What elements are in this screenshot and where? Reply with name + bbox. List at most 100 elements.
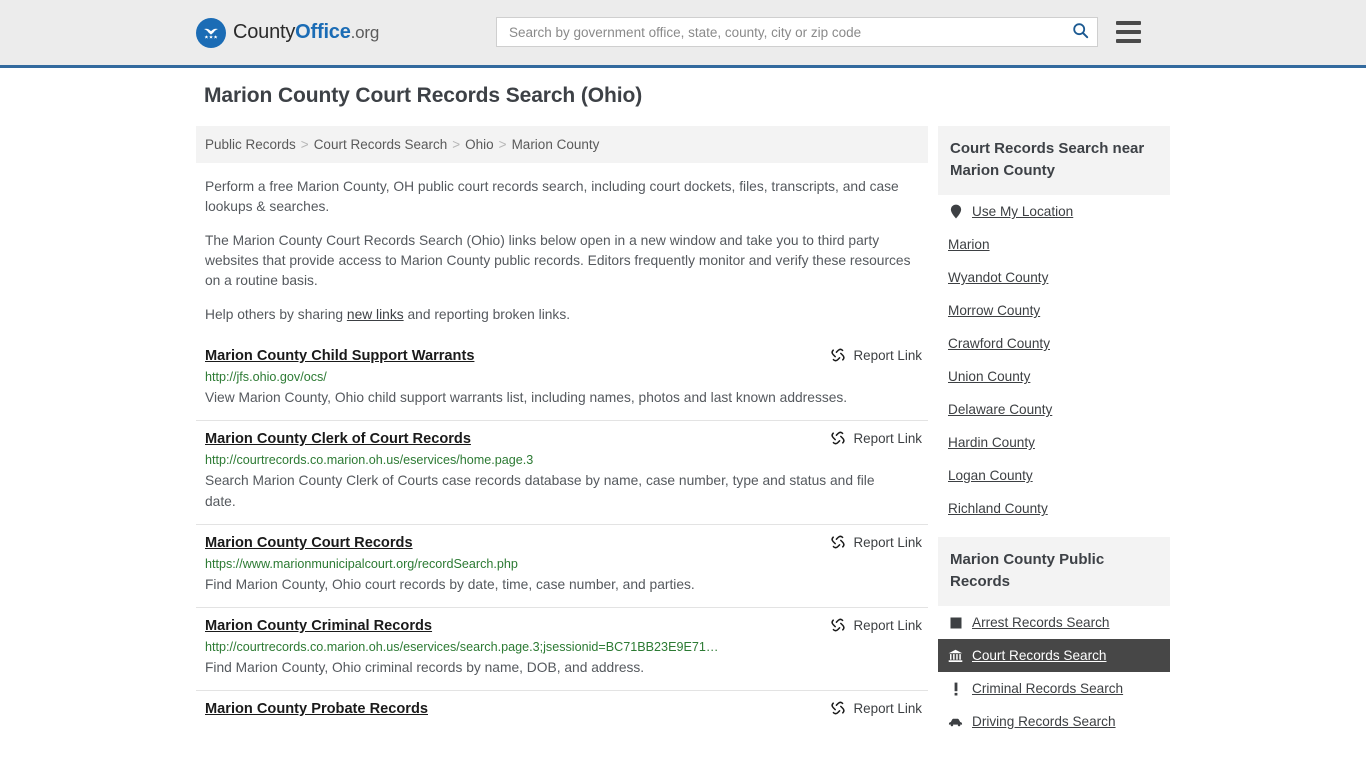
sidebar-item-marion[interactable]: Marion bbox=[938, 228, 1170, 261]
result-description: Search Marion County Clerk of Courts cas… bbox=[205, 473, 875, 509]
main-column: Public Records > Court Records Search > Ohio… bbox=[196, 126, 928, 730]
result-title[interactable]: Marion County Clerk of Court Records bbox=[205, 431, 471, 447]
intro-paragraph-3: Help others by sharing new links and rep… bbox=[205, 305, 917, 325]
breadcrumb-item-marion-county[interactable]: Marion County bbox=[512, 137, 600, 152]
sidebar-item-wyandot-county[interactable]: Wyandot County bbox=[938, 261, 1170, 294]
exclamation-icon bbox=[948, 681, 963, 696]
page-body: Marion County Court Records Search (Ohio… bbox=[0, 68, 1366, 742]
sidebar-item-morrow-county[interactable]: Morrow County bbox=[938, 294, 1170, 327]
result-title[interactable]: Marion County Court Records bbox=[205, 535, 413, 551]
eagle-shield-icon bbox=[196, 17, 226, 48]
sidebar-item-driving-records-search[interactable]: Driving Records Search bbox=[938, 705, 1170, 738]
breadcrumb-item-ohio[interactable]: Ohio bbox=[465, 137, 494, 152]
report-link-button[interactable]: Report Link bbox=[830, 347, 922, 363]
nearby-card: Court Records Search near Marion County … bbox=[938, 126, 1170, 525]
result-title[interactable]: Marion County Child Support Warrants bbox=[205, 348, 474, 364]
public-records-card: Marion County Public Records Arrest Reco… bbox=[938, 537, 1170, 738]
report-link-label: Report Link bbox=[853, 617, 922, 633]
map-pin-icon bbox=[948, 204, 963, 219]
sidebar-item-label: Driving Records Search bbox=[972, 714, 1116, 729]
intro-p3-before: Help others by sharing bbox=[205, 307, 347, 322]
hamburger-bar bbox=[1116, 21, 1141, 25]
report-link-label: Report Link bbox=[853, 430, 922, 446]
breadcrumb-separator: > bbox=[452, 137, 461, 152]
report-link-label: Report Link bbox=[853, 347, 922, 363]
sidebar-item-label: Union County bbox=[948, 369, 1031, 384]
intro-paragraph-1: Perform a free Marion County, OH public … bbox=[205, 179, 899, 214]
sidebar-item-label: Court Records Search bbox=[972, 648, 1107, 663]
result-url: http://jfs.ohio.gov/ocs/ bbox=[205, 370, 327, 384]
sidebar-item-hardin-county[interactable]: Hardin County bbox=[938, 426, 1170, 459]
broken-link-icon bbox=[830, 617, 846, 633]
table-row: Marion County Criminal Records http://co… bbox=[196, 607, 928, 690]
report-link-button[interactable]: Report Link bbox=[830, 617, 922, 633]
report-link-button[interactable]: Report Link bbox=[830, 700, 922, 716]
logo-wordmark: CountyOffice.org bbox=[233, 21, 379, 44]
site-logo[interactable]: CountyOffice.org bbox=[196, 17, 379, 48]
sidebar-item-label: Wyandot County bbox=[948, 270, 1049, 285]
breadcrumb-separator: > bbox=[498, 137, 507, 152]
sidebar: Court Records Search near Marion County … bbox=[938, 126, 1170, 742]
header-search-area bbox=[496, 17, 1141, 47]
results-list: Marion County Child Support Warrants htt… bbox=[196, 343, 928, 730]
logo-text-county: County bbox=[233, 21, 296, 43]
sidebar-item-crawford-county[interactable]: Crawford County bbox=[938, 327, 1170, 360]
intro-paragraph-2: The Marion County Court Records Search (… bbox=[205, 233, 911, 288]
sidebar-item-delaware-county[interactable]: Delaware County bbox=[938, 393, 1170, 426]
search-input[interactable] bbox=[507, 19, 1070, 45]
result-title[interactable]: Marion County Probate Records bbox=[205, 701, 428, 717]
hamburger-menu-icon[interactable] bbox=[1116, 21, 1141, 43]
intro-p3-after: and reporting broken links. bbox=[403, 307, 571, 322]
search-box[interactable] bbox=[496, 17, 1098, 47]
table-row: Marion County Probate Records Report Lin… bbox=[196, 690, 928, 730]
breadcrumb-item-court-records-search[interactable]: Court Records Search bbox=[314, 137, 448, 152]
result-url: https://www.marionmunicipalcourt.org/rec… bbox=[205, 557, 518, 571]
page-title: Marion County Court Records Search (Ohio… bbox=[204, 84, 643, 107]
hamburger-bar bbox=[1116, 30, 1141, 34]
sidebar-item-label: Use My Location bbox=[972, 204, 1074, 219]
sidebar-item-label: Crawford County bbox=[948, 336, 1050, 351]
result-description: Find Marion County, Ohio criminal record… bbox=[205, 660, 645, 675]
sidebar-item-union-county[interactable]: Union County bbox=[938, 360, 1170, 393]
sidebar-item-arrest-records-search[interactable]: Arrest Records Search bbox=[938, 606, 1170, 639]
result-title[interactable]: Marion County Criminal Records bbox=[205, 618, 432, 634]
sidebar-item-label: Richland County bbox=[948, 501, 1048, 516]
new-links-link[interactable]: new links bbox=[347, 307, 404, 322]
breadcrumb: Public Records > Court Records Search > Ohio… bbox=[196, 126, 928, 163]
logo-text-office: Office bbox=[295, 21, 351, 43]
sidebar-item-label: Arrest Records Search bbox=[972, 615, 1110, 630]
hamburger-bar bbox=[1116, 39, 1141, 43]
search-button[interactable] bbox=[1070, 22, 1091, 42]
result-description: Find Marion County, Ohio court records b… bbox=[205, 577, 695, 592]
report-link-label: Report Link bbox=[853, 534, 922, 550]
nearby-heading: Court Records Search near Marion County bbox=[938, 126, 1170, 195]
content-row: Public Records > Court Records Search > Ohio… bbox=[196, 126, 1366, 742]
sidebar-item-label: Marion bbox=[948, 237, 990, 252]
sidebar-item-label: Logan County bbox=[948, 468, 1033, 483]
nearby-list: Use My Location Marion Wyandot County Mo… bbox=[938, 195, 1170, 525]
site-header: CountyOffice.org bbox=[0, 0, 1366, 68]
sidebar-item-label: Criminal Records Search bbox=[972, 681, 1124, 696]
broken-link-icon bbox=[830, 700, 846, 716]
search-icon bbox=[1072, 22, 1089, 42]
sidebar-item-label: Delaware County bbox=[948, 402, 1053, 417]
report-link-button[interactable]: Report Link bbox=[830, 430, 922, 446]
sidebar-item-label: Morrow County bbox=[948, 303, 1041, 318]
report-link-button[interactable]: Report Link bbox=[830, 534, 922, 550]
breadcrumb-item-public-records[interactable]: Public Records bbox=[205, 137, 296, 152]
courthouse-icon bbox=[948, 648, 963, 663]
sidebar-item-court-records-search[interactable]: Court Records Search bbox=[938, 639, 1170, 672]
table-row: Marion County Child Support Warrants htt… bbox=[196, 343, 928, 420]
result-url: http://courtrecords.co.marion.oh.us/eser… bbox=[205, 640, 719, 654]
broken-link-icon bbox=[830, 534, 846, 550]
result-description: View Marion County, Ohio child support w… bbox=[205, 390, 848, 405]
sidebar-item-criminal-records-search[interactable]: Criminal Records Search bbox=[938, 672, 1170, 705]
broken-link-icon bbox=[830, 430, 846, 446]
sidebar-item-use-my-location[interactable]: Use My Location bbox=[938, 195, 1170, 228]
sidebar-item-logan-county[interactable]: Logan County bbox=[938, 459, 1170, 492]
logo-text-org: .org bbox=[350, 23, 380, 42]
sidebar-item-richland-county[interactable]: Richland County bbox=[938, 492, 1170, 525]
report-link-label: Report Link bbox=[853, 700, 922, 716]
result-url: http://courtrecords.co.marion.oh.us/eser… bbox=[205, 453, 534, 467]
